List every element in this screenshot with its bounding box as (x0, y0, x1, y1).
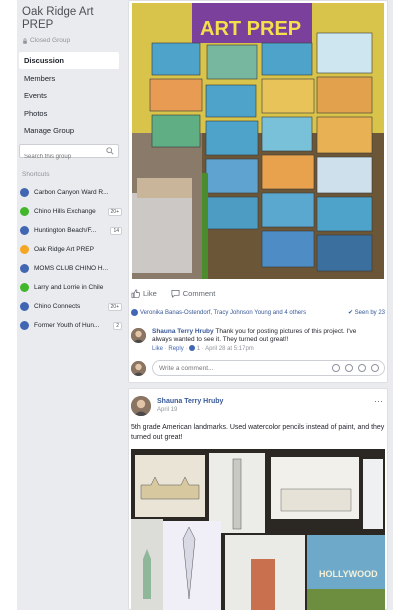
landmarks-image: HOLLYWOOD (131, 449, 385, 610)
nav-item-members[interactable]: Members (19, 70, 119, 87)
avatar[interactable] (131, 396, 151, 416)
seen-by[interactable]: ✔ Seen by 23 (348, 309, 385, 316)
group-nav: Discussion Members Events Photos Manage … (19, 52, 119, 140)
comment-box (152, 360, 385, 376)
search-input[interactable] (20, 151, 100, 163)
shortcut-label: Carbon Canyon Ward R... (34, 189, 109, 196)
post-date[interactable]: April 19 (157, 407, 223, 413)
sticker-icon[interactable] (371, 364, 379, 372)
like-label: Like (143, 289, 157, 298)
shortcut-label: Oak Ridge Art PREP (34, 246, 94, 253)
comment-label: Comment (182, 289, 216, 298)
shortcut-item[interactable]: Chino Connects 20+ (20, 297, 122, 316)
notification-badge: 2 (113, 321, 122, 330)
avatar[interactable] (131, 328, 146, 343)
group-privacy: Closed Group (22, 37, 70, 44)
art-wall-image: ART PREP (132, 3, 384, 279)
emoji-icon[interactable] (332, 364, 340, 372)
shortcut-item[interactable]: Carbon Canyon Ward R... (20, 183, 122, 202)
shortcut-label: MOMS CLUB CHINO H... (34, 265, 109, 272)
group-privacy-label: Closed Group (30, 37, 71, 44)
post-text: 5th grade American landmarks. Used water… (131, 424, 385, 441)
nav-item-events[interactable]: Events (19, 87, 119, 104)
search-icon[interactable] (106, 147, 114, 155)
seen-by-text: Seen by 23 (354, 310, 385, 316)
comment-button[interactable]: Comment (171, 289, 216, 298)
comment-item: Shauna Terry Hruby Thank you for posting… (131, 328, 385, 353)
thumbs-up-icon (131, 289, 140, 298)
group-icon (20, 226, 29, 235)
post-photo[interactable]: HOLLYWOOD (131, 449, 385, 610)
comment-like-link[interactable]: Like (152, 346, 163, 352)
shortcut-label: Larry and Lorrie in Chile (34, 284, 104, 291)
group-icon (20, 302, 29, 311)
shortcut-item[interactable]: MOMS CLUB CHINO H... (20, 259, 122, 278)
nav-item-photos[interactable]: Photos (19, 105, 119, 122)
nav-item-discussion[interactable]: Discussion (19, 52, 119, 69)
hollywood-sign-text: HOLLYWOOD (319, 569, 378, 579)
group-icon (20, 188, 29, 197)
post-photo[interactable]: ART PREP (132, 3, 384, 279)
reactions-row: Veronika Banas-Ostendorf, Tracy Johnson … (131, 309, 385, 316)
post-header: Shauna Terry Hruby April 19 ··· (131, 396, 385, 416)
palette-icon (20, 245, 29, 254)
shortcut-label: Former Youth of Hun... (34, 322, 100, 329)
shortcut-item[interactable]: Former Youth of Hun... 2 (20, 316, 122, 335)
notification-badge: 20+ (107, 302, 122, 311)
notification-badge: 14 (110, 226, 122, 235)
globe-icon (20, 283, 29, 292)
comment-reply-link[interactable]: Reply (168, 346, 183, 352)
lock-icon (23, 37, 27, 44)
write-comment-row (131, 360, 385, 376)
like-button[interactable]: Like (131, 289, 157, 298)
reactors-text: Veronika Banas-Ostendorf, Tracy Johnson … (140, 309, 307, 316)
like-count-icon (189, 345, 196, 352)
gif-icon[interactable] (358, 364, 366, 372)
shortcuts-heading: Shortcuts (22, 171, 50, 178)
shortcut-label: Huntington Beach/F... (34, 227, 97, 234)
comment-tools (332, 364, 384, 372)
group-icon (20, 321, 29, 330)
shortcut-label: Chino Hills Exchange (34, 208, 96, 215)
comment-author[interactable]: Shauna Terry Hruby (152, 328, 214, 335)
shortcut-item[interactable]: Larry and Lorrie in Chile (20, 278, 122, 297)
shortcut-item[interactable]: Oak Ridge Art PREP (20, 240, 122, 259)
like-reaction-icon (131, 309, 138, 316)
reactors-link[interactable]: Veronika Banas-Ostendorf, Tracy Johnson … (131, 309, 306, 316)
comment-like-count: 1 (196, 346, 201, 352)
shortcuts-list: Carbon Canyon Ward R... Chino Hills Exch… (20, 183, 122, 335)
notification-badge: 20+ (107, 207, 122, 216)
group-icon (20, 264, 29, 273)
shortcut-item[interactable]: Huntington Beach/F... 14 (20, 221, 122, 240)
post-author[interactable]: Shauna Terry Hruby (157, 398, 223, 405)
comment-input[interactable] (159, 364, 279, 372)
comment-icon (171, 289, 180, 298)
avatar (131, 360, 146, 376)
camera-icon[interactable] (345, 364, 353, 372)
comment-time[interactable]: April 28 at 5:17pm (205, 346, 254, 352)
tree-icon (20, 207, 29, 216)
shortcut-label: Chino Connects (34, 303, 81, 310)
comment-meta: Like · Reply · 1 · April 28 at 5:17pm (152, 345, 254, 352)
group-title[interactable]: Oak Ridge Art PREP (22, 6, 122, 32)
shortcut-item[interactable]: Chino Hills Exchange 20+ (20, 202, 122, 221)
post-actions: Like Comment (131, 289, 215, 298)
banner-text: ART PREP (200, 18, 301, 40)
group-search (19, 144, 119, 163)
more-options-icon[interactable]: ··· (374, 396, 383, 406)
nav-item-manage-group[interactable]: Manage Group (19, 122, 119, 139)
